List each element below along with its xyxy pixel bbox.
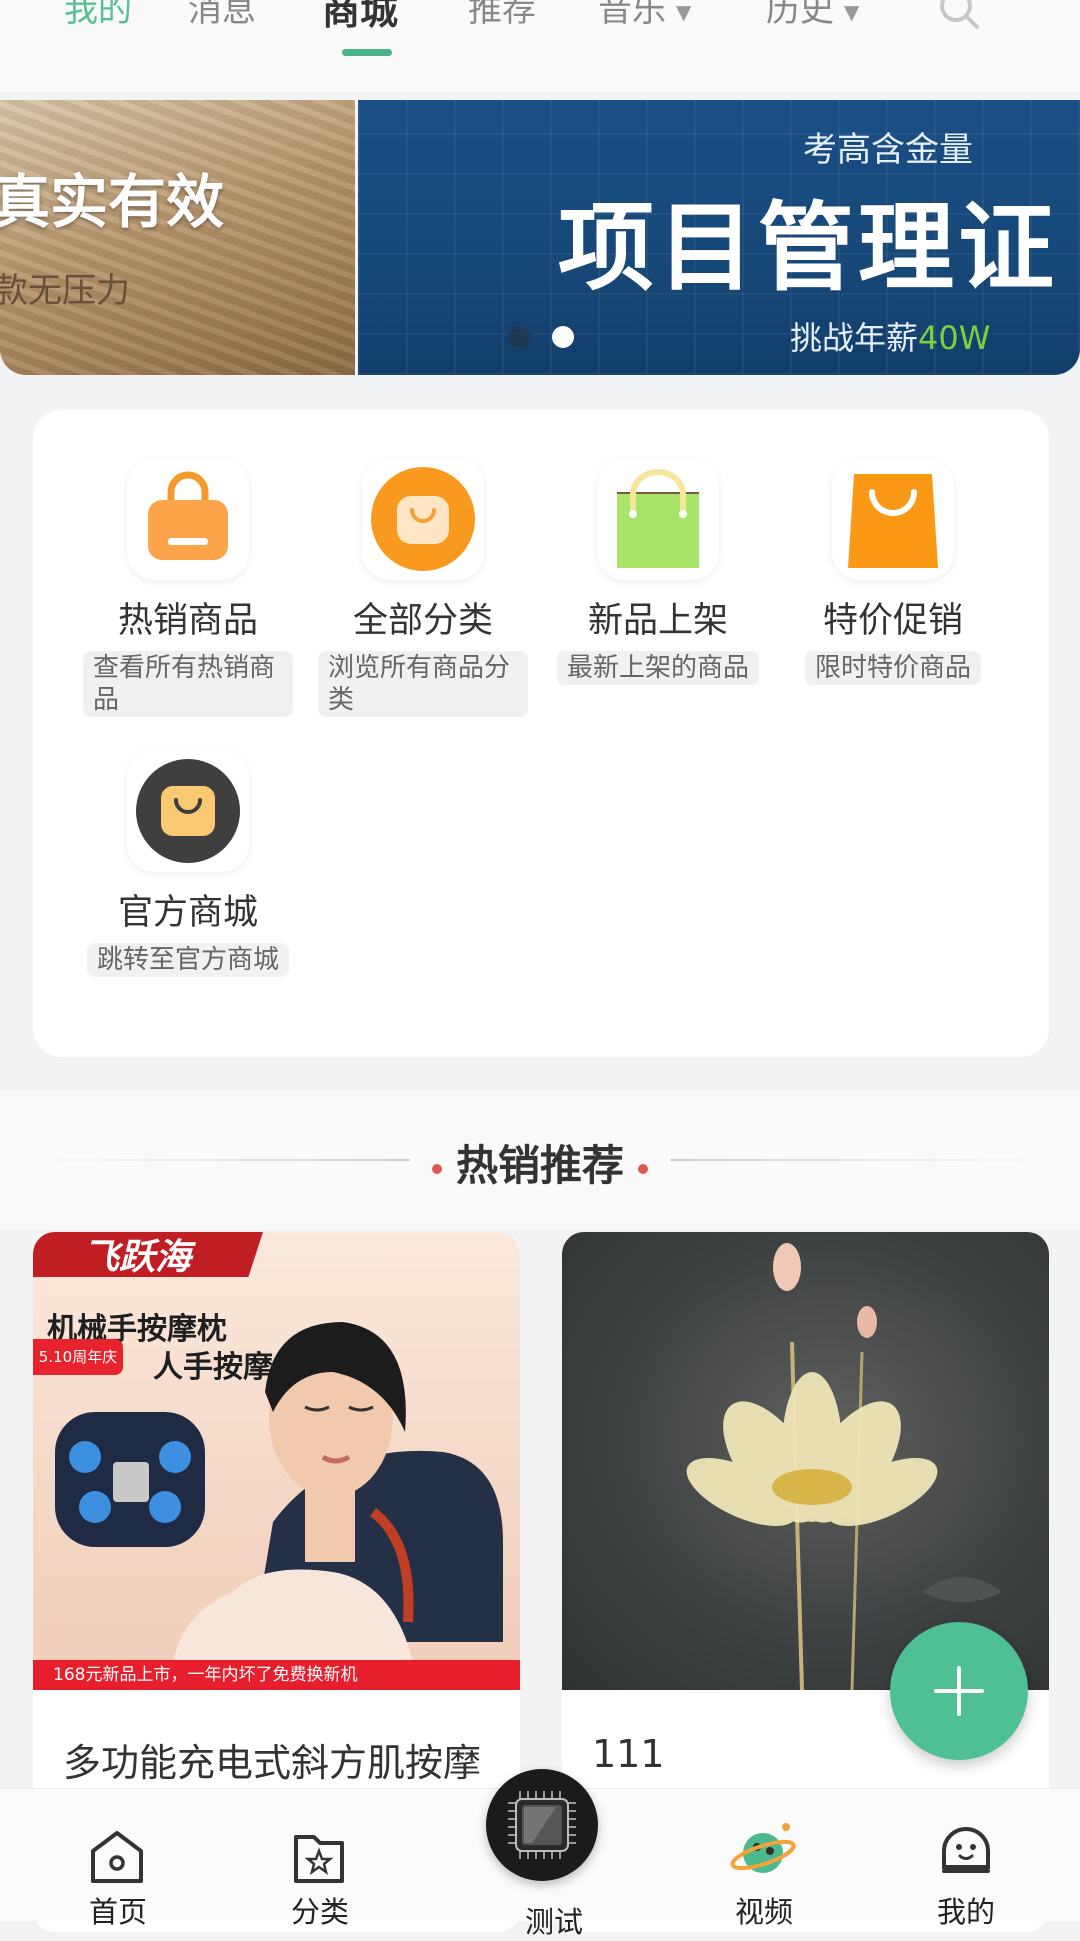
dark-round-bag-icon: [136, 759, 240, 863]
tab-history-label: 历史: [766, 0, 834, 30]
chip-icon: [508, 1791, 576, 1859]
hot-recommend-section-header: 热销推荐: [0, 1090, 1080, 1230]
category-icon-box: [127, 750, 249, 872]
category-desc: 限时特价商品: [804, 651, 981, 685]
banner-right-salary: 挑战年薪40W: [790, 313, 990, 359]
massage-pillow-illustration: [55, 1322, 503, 1662]
banner-right-headline: 项目管理证: [558, 192, 1058, 304]
test-center-button[interactable]: [486, 1769, 598, 1881]
category-desc: 跳转至官方商城: [86, 943, 289, 977]
tab-mine[interactable]: 我的: [64, 0, 132, 31]
category-title: 热销商品: [117, 601, 258, 641]
orange-bag-icon: [148, 471, 228, 560]
banner-slide-left[interactable]: 真实有效 款无压力: [0, 100, 355, 375]
promo-footer: 168元新品上市，一年内坏了免费换新机: [33, 1660, 520, 1690]
product-image-lotus[interactable]: [562, 1232, 1049, 1690]
nav-label: 视频: [734, 1895, 793, 1929]
chevron-down-icon: ▼: [844, 0, 860, 24]
category-official-store[interactable]: 官方商城 跳转至官方商城: [83, 750, 293, 977]
banner-left-subline: 款无压力: [0, 271, 130, 311]
chevron-down-icon: ▼: [676, 0, 692, 24]
category-icon-box: [832, 458, 954, 580]
bottom-navigation: 首页 分类 测试 视频 我的: [0, 1769, 1080, 1939]
nav-label: 分类: [290, 1895, 349, 1929]
category-new-arrivals[interactable]: 新品上架 最新上架的商品: [553, 458, 763, 685]
category-card: 热销商品 查看所有热销商品 全部分类 浏览所有商品分类 新品上架 最新上架的商品: [33, 410, 1049, 1057]
salary-value: 40W: [918, 319, 991, 357]
nav-label: 我的: [936, 1895, 995, 1929]
product-image-massager[interactable]: 飞跃海 机械手按摩枕 人手按摩 5.10周年庆 168元新品上市，一年内坏了免费…: [33, 1232, 520, 1690]
tab-music-label: 音乐: [598, 0, 666, 30]
section-title: 热销推荐: [0, 1132, 1080, 1193]
tab-mall[interactable]: 商城: [322, 0, 398, 35]
category-desc: 最新上架的商品: [556, 651, 759, 685]
product-name[interactable]: 多功能充电式斜方肌按摩: [63, 1732, 481, 1787]
nav-label: 测试: [524, 1905, 583, 1939]
carousel-dot[interactable]: [508, 326, 530, 348]
orange-round-bag-icon: [371, 467, 475, 571]
orange-paper-bag-icon: [848, 474, 938, 568]
category-icon-box: [127, 458, 249, 580]
section-title-text: 热销推荐: [455, 1141, 624, 1190]
lotus-illustration: [686, 1243, 1002, 1690]
salary-prefix: 挑战年薪: [790, 319, 919, 357]
category-icon-box: [597, 458, 719, 580]
planet-icon: [730, 1823, 796, 1873]
category-title: 新品上架: [587, 601, 728, 641]
category-special-offers[interactable]: 特价促销 限时特价商品: [788, 458, 998, 685]
banner-right-small-text: 考高含金量: [803, 130, 973, 170]
product-name[interactable]: 111: [592, 1732, 665, 1776]
category-desc: 浏览所有商品分类: [318, 651, 528, 717]
nav-label: 首页: [88, 1895, 147, 1929]
tab-messages[interactable]: 消息: [188, 0, 256, 31]
robot-face-icon: [942, 1827, 990, 1873]
red-dot-icon: [638, 1163, 648, 1174]
folder-star-icon: [294, 1835, 344, 1883]
category-title: 特价促销: [822, 601, 963, 641]
tab-history[interactable]: 历史 ▼: [766, 0, 859, 31]
home-icon: [91, 1831, 143, 1883]
category-desc: 查看所有热销商品: [83, 651, 293, 717]
plus-icon: [934, 1666, 984, 1716]
banner-slide-right[interactable]: 考高含金量 项目管理证 挑战年薪40W: [358, 100, 1080, 375]
tab-recommend[interactable]: 推荐: [468, 0, 536, 31]
top-tab-bar: 我的 消息 商城 推荐 音乐 ▼ 历史 ▼: [0, 0, 1080, 92]
category-title: 全部分类: [352, 601, 493, 641]
carousel-dot-active[interactable]: [552, 326, 574, 348]
banner-left-headline: 真实有效: [0, 168, 225, 236]
banner-carousel[interactable]: 真实有效 款无压力 考高含金量 项目管理证 挑战年薪40W: [0, 100, 1080, 375]
add-button[interactable]: [890, 1622, 1028, 1760]
tab-music[interactable]: 音乐 ▼: [598, 0, 691, 31]
green-shopping-bag-icon: [617, 469, 699, 568]
category-hot-products[interactable]: 热销商品 查看所有热销商品: [83, 458, 293, 717]
red-dot-icon: [431, 1163, 442, 1174]
category-title: 官方商城: [117, 893, 258, 933]
category-icon-box: [362, 458, 484, 580]
category-all[interactable]: 全部分类 浏览所有商品分类: [318, 458, 528, 717]
search-icon[interactable]: [938, 0, 980, 30]
active-tab-indicator: [342, 49, 392, 56]
